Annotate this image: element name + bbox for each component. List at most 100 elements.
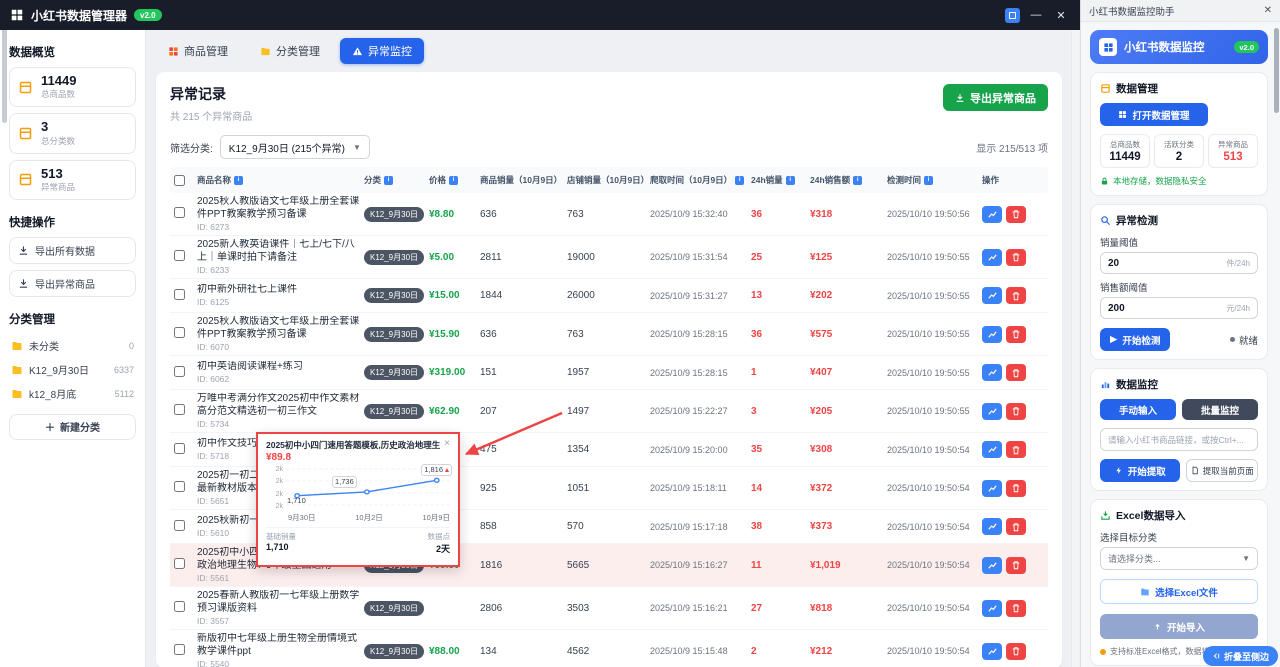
row-checkbox[interactable]	[174, 289, 185, 300]
target-category-select[interactable]: 请选择分类... ▼	[1100, 547, 1258, 570]
category-name: K12_9月30日	[29, 362, 89, 377]
tab-categories[interactable]: 分类管理	[248, 38, 332, 64]
extract-page-button[interactable]: 提取当前页面	[1186, 459, 1258, 482]
delete-button[interactable]	[1006, 364, 1026, 381]
product-name[interactable]: 万唯中考满分作文2025初中作文素材高分范文精选初一初三作文	[197, 393, 361, 418]
column-info-icon[interactable]: i	[384, 176, 393, 185]
column-header[interactable]: 商品名称i	[197, 174, 361, 186]
column-info-icon[interactable]: i	[924, 176, 933, 185]
product-name[interactable]: 2025春新人教版初一七年级上册数学预习课版资料	[197, 590, 361, 615]
collapse-to-side-button[interactable]: 折叠至侧边	[1203, 646, 1278, 666]
export-button[interactable]: 导出所有数据	[9, 237, 136, 264]
view-trend-button[interactable]	[982, 643, 1002, 660]
select-all-checkbox[interactable]	[174, 175, 185, 186]
choose-excel-button[interactable]: 选择Excel文件	[1100, 579, 1258, 604]
product-name[interactable]: 2025新人教英语课件｜七上/七下/八上｜单课时拍下请备注	[197, 239, 361, 264]
view-trend-button[interactable]	[982, 287, 1002, 304]
row-checkbox[interactable]	[174, 207, 185, 218]
column-header[interactable]: 爬取时间（10月9日）i	[650, 174, 748, 186]
view-trend-button[interactable]	[982, 518, 1002, 535]
start-extract-button[interactable]: 开始提取	[1100, 459, 1180, 482]
open-data-mgmt-button[interactable]: 打开数据管理	[1100, 103, 1208, 126]
product-name[interactable]: 初中新外研社七上课件	[197, 284, 361, 297]
main-scrollbar[interactable]	[1071, 30, 1079, 667]
view-trend-button[interactable]	[982, 364, 1002, 381]
view-trend-button[interactable]	[982, 557, 1002, 574]
category-item[interactable]: K12_9月30日 6337	[9, 358, 136, 382]
delete-button[interactable]	[1006, 206, 1026, 223]
pin-button[interactable]	[1005, 8, 1020, 23]
delete-button[interactable]	[1006, 600, 1026, 617]
delete-button[interactable]	[1006, 287, 1026, 304]
column-header[interactable]: 24h销售额i	[810, 174, 884, 186]
view-trend-button[interactable]	[982, 441, 1002, 458]
row-checkbox[interactable]	[174, 404, 185, 415]
start-import-button[interactable]: 开始导入	[1100, 614, 1258, 639]
column-header[interactable]: 检测时间i	[887, 174, 979, 186]
view-trend-button[interactable]	[982, 403, 1002, 420]
view-trend-button[interactable]	[982, 206, 1002, 223]
delete-button[interactable]	[1006, 326, 1026, 343]
panel-scrollbar[interactable]	[1274, 24, 1279, 664]
minimize-button[interactable]: —	[1027, 6, 1045, 24]
product-name[interactable]: 2025秋人教版语文七年级上册全套课件PPT教案教学预习备课	[197, 316, 361, 341]
column-info-icon[interactable]: i	[234, 176, 243, 185]
column-info-icon[interactable]: i	[853, 176, 862, 185]
row-checkbox[interactable]	[174, 601, 185, 612]
row-checkbox[interactable]	[174, 250, 185, 261]
tab-products[interactable]: 商品管理	[156, 38, 240, 64]
link-input[interactable]	[1100, 428, 1258, 451]
new-category-button[interactable]: ＋ 新建分类	[9, 414, 136, 440]
tab-batch-monitor[interactable]: 批量监控	[1182, 399, 1258, 420]
delete-button[interactable]	[1006, 518, 1026, 535]
delete-button[interactable]	[1006, 557, 1026, 574]
category-item[interactable]: k12_8月底 5112	[9, 382, 136, 406]
row-checkbox[interactable]	[174, 558, 185, 569]
popup-stat: 基础销量 1,710	[266, 531, 296, 555]
delete-button[interactable]	[1006, 249, 1026, 266]
column-header[interactable]: 分类i	[364, 174, 426, 186]
revenue-threshold-input[interactable]	[1108, 303, 1226, 314]
panel-close-icon[interactable]: ✕	[1264, 5, 1272, 16]
delete-button[interactable]	[1006, 441, 1026, 458]
column-header[interactable]: 商品销量（10月9日）i	[480, 174, 564, 186]
category-item[interactable]: 未分类 0	[9, 334, 136, 358]
tab-manual-input[interactable]: 手动输入	[1100, 399, 1176, 420]
row-checkbox[interactable]	[174, 520, 185, 531]
column-info-icon[interactable]: i	[786, 176, 795, 185]
delete-button[interactable]	[1006, 480, 1026, 497]
view-trend-button[interactable]	[982, 326, 1002, 343]
panel-scrollbar-thumb[interactable]	[1274, 28, 1279, 113]
column-header[interactable]: 操作i	[982, 174, 1030, 186]
export-button[interactable]: 导出异常商品	[9, 270, 136, 297]
export-anomaly-button[interactable]: 导出异常商品	[943, 84, 1048, 111]
popup-close-icon[interactable]: ×	[444, 439, 450, 449]
row-checkbox[interactable]	[174, 481, 185, 492]
row-checkbox[interactable]	[174, 443, 185, 454]
delete-button[interactable]	[1006, 403, 1026, 420]
column-header[interactable]: 价格i	[429, 174, 477, 186]
view-trend-button[interactable]	[982, 480, 1002, 497]
start-detection-button[interactable]: ▶ 开始检测	[1100, 328, 1170, 351]
app-logo-icon	[10, 8, 24, 22]
row-checkbox[interactable]	[174, 644, 185, 655]
row-checkbox[interactable]	[174, 366, 185, 377]
product-name[interactable]: 初中英语阅读课程+练习	[197, 361, 361, 374]
column-info-icon[interactable]: i	[735, 176, 744, 185]
delete-button[interactable]	[1006, 643, 1026, 660]
sales-threshold-input[interactable]	[1108, 258, 1226, 269]
view-trend-button[interactable]	[982, 600, 1002, 617]
price-value: ¥62.90	[429, 406, 477, 417]
close-button[interactable]: ✕	[1052, 6, 1070, 24]
view-trend-button[interactable]	[982, 249, 1002, 266]
stat-label: 总分类数	[41, 135, 75, 147]
filter-category-select[interactable]: K12_9月30日 (215个异常) ▼	[220, 135, 370, 159]
row-checkbox[interactable]	[174, 327, 185, 338]
product-name[interactable]: 新版初中七年级上册生物全册情境式教学课件ppt	[197, 633, 361, 658]
column-info-icon[interactable]: i	[449, 176, 458, 185]
product-name[interactable]: 2025秋人教版语文七年级上册全套课件PPT教案教学预习备课	[197, 196, 361, 221]
column-header[interactable]: 24h销量i	[751, 174, 807, 186]
product-sales: 636	[480, 329, 564, 340]
tab-anomaly[interactable]: 异常监控	[340, 38, 424, 64]
column-header[interactable]: 店铺销量（10月9日）i	[567, 174, 647, 186]
